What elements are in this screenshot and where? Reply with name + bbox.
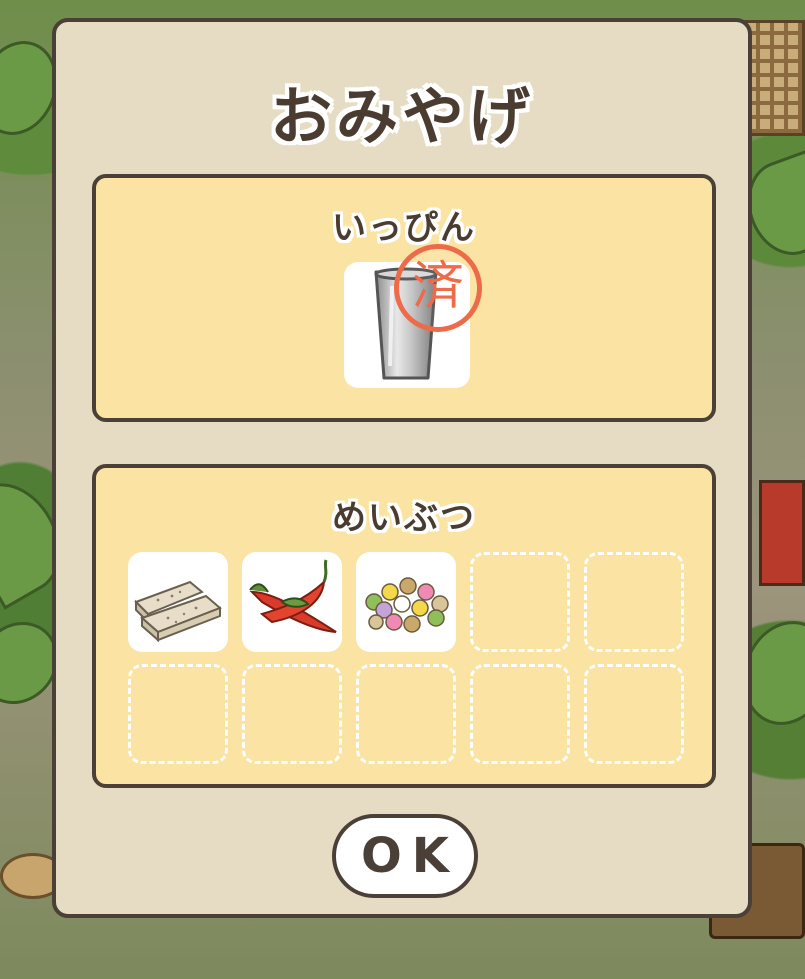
specialty-label: いっぴん <box>332 208 476 248</box>
ok-button[interactable]: OK <box>332 814 478 898</box>
dialog-title: おみやげ <box>269 80 534 153</box>
souvenir-slot-8 <box>356 664 456 764</box>
souvenir-slot-7 <box>242 664 342 764</box>
souvenir-slot-3[interactable] <box>356 552 456 652</box>
mailbox-decoration <box>759 480 805 586</box>
souvenir-slot-2[interactable] <box>242 552 342 652</box>
souvenir-panel: めいぶつ <box>92 464 716 788</box>
specialty-panel: いっぴん 済 <box>92 174 716 422</box>
chili-peppers-icon <box>249 559 337 633</box>
souvenir-slot-4 <box>470 552 570 652</box>
souvenir-slot-9 <box>470 664 570 764</box>
souvenir-slot-5 <box>584 552 684 652</box>
souvenir-dialog: おみやげ いっぴん 済 めいぶつ OK <box>52 18 752 918</box>
souvenir-slot-1[interactable] <box>128 552 228 652</box>
souvenir-slot-6 <box>128 664 228 764</box>
completed-stamp: 済 <box>394 244 482 332</box>
souvenir-slot-10 <box>584 664 684 764</box>
colorful-candies-icon <box>365 577 449 633</box>
souvenir-label: めいぶつ <box>332 498 476 538</box>
rice-cracker-slabs-icon <box>134 580 222 643</box>
